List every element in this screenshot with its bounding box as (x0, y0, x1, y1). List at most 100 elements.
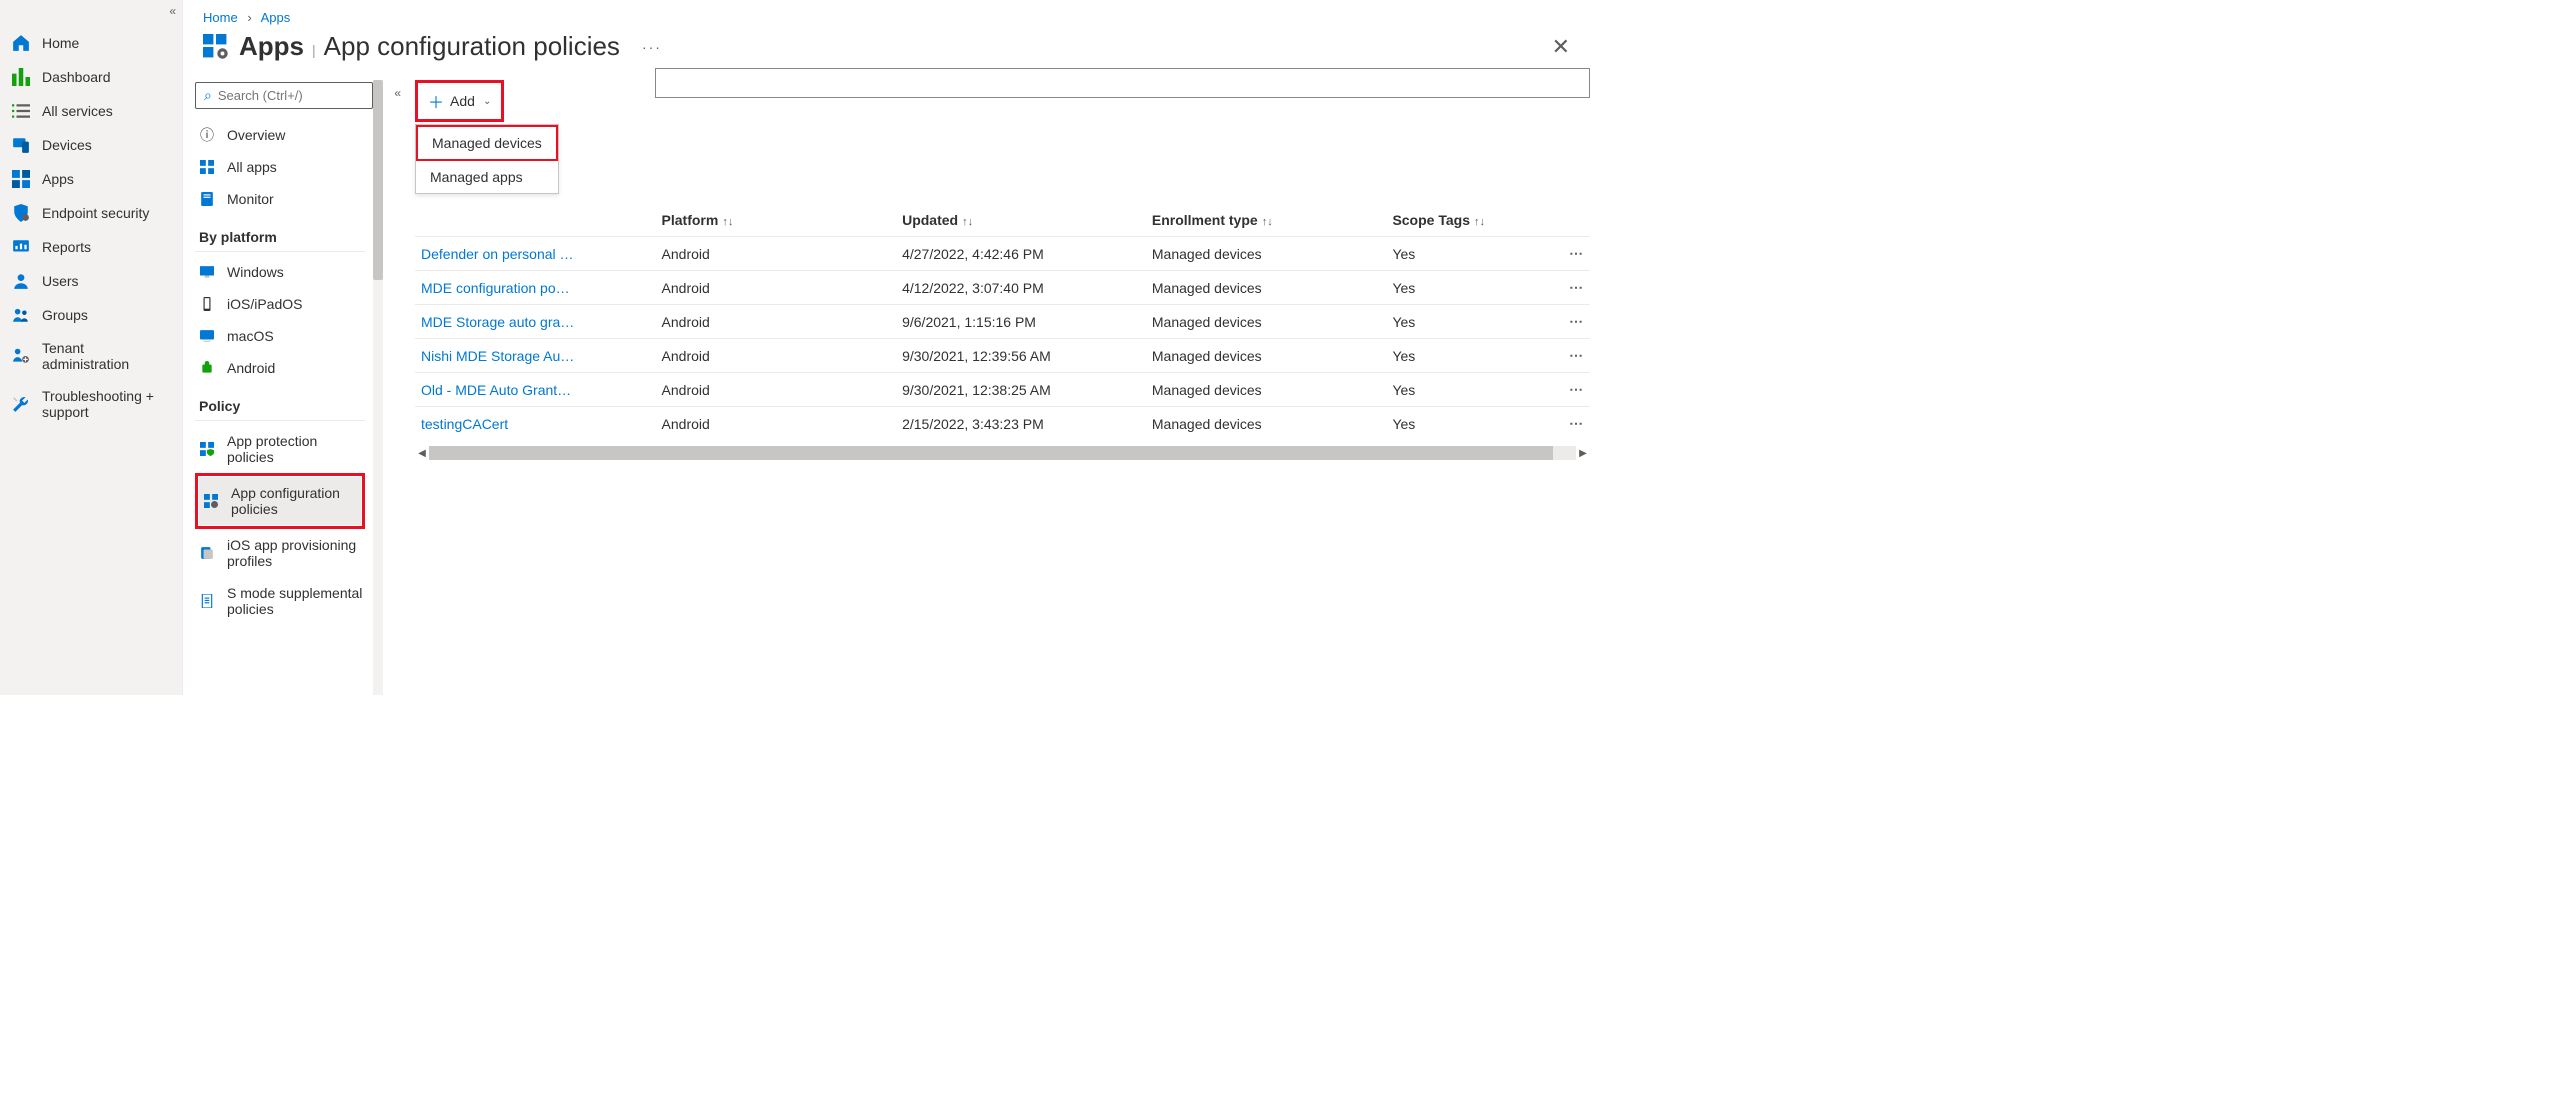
col-platform[interactable]: Platform↑↓ (656, 204, 897, 237)
scroll-right-icon[interactable]: ▶ (1576, 448, 1590, 459)
col-enrollment[interactable]: Enrollment type↑↓ (1146, 204, 1387, 237)
col-name[interactable] (415, 204, 656, 237)
cell-platform: Android (656, 237, 897, 271)
tenant-icon (12, 347, 30, 365)
nav-reports[interactable]: Reports (0, 230, 182, 264)
nav-tenant-admin[interactable]: Tenant administration (0, 332, 182, 380)
nav-troubleshooting[interactable]: Troubleshooting + support (0, 380, 182, 428)
app-protection-icon (199, 441, 215, 457)
cell-scope: Yes (1386, 305, 1553, 339)
row-menu-icon[interactable]: ⋯ (1553, 407, 1590, 441)
cell-updated: 4/27/2022, 4:42:46 PM (896, 237, 1146, 271)
nav-all-services[interactable]: All services (0, 94, 182, 128)
subnav-scrollbar-track[interactable] (373, 80, 383, 695)
policy-name-link[interactable]: Defender on personal … (415, 237, 656, 271)
policy-name-link[interactable]: Old - MDE Auto Grant… (415, 373, 656, 407)
ios-phone-icon (199, 296, 215, 312)
row-menu-icon[interactable]: ⋯ (1553, 339, 1590, 373)
cell-platform: Android (656, 373, 897, 407)
nav-label: Apps (42, 171, 74, 187)
row-menu-icon[interactable]: ⋯ (1553, 373, 1590, 407)
home-icon (12, 34, 30, 52)
more-actions-icon[interactable]: ··· (642, 39, 662, 55)
cell-platform: Android (656, 271, 897, 305)
policy-name-link[interactable]: Nishi MDE Storage Au… (415, 339, 656, 373)
left-navigation: « Home Dashboard All services Devices Ap… (0, 0, 183, 695)
group-icon (12, 306, 30, 324)
subnav-heading-platform: By platform (195, 215, 365, 252)
apps-icon (12, 170, 30, 188)
book-icon (199, 191, 215, 207)
menu-managed-devices[interactable]: Managed devices (416, 125, 558, 161)
add-label: Add (450, 93, 475, 109)
wrench-icon (12, 395, 30, 413)
breadcrumb-apps[interactable]: Apps (261, 10, 291, 25)
nav-dashboard[interactable]: Dashboard (0, 60, 182, 94)
subnav-overview[interactable]: ⓘ Overview (195, 119, 369, 151)
cell-scope: Yes (1386, 237, 1553, 271)
nav-label: Home (42, 35, 79, 51)
scroll-left-icon[interactable]: ◀ (415, 448, 429, 459)
add-button[interactable]: ＋ Add ⌄ (415, 80, 504, 122)
android-icon (199, 360, 215, 376)
subnav-scrollbar-thumb[interactable] (373, 80, 383, 280)
row-menu-icon[interactable]: ⋯ (1553, 305, 1590, 339)
reports-icon (12, 238, 30, 256)
horizontal-scrollbar[interactable]: ◀ ▶ (415, 446, 1590, 460)
nav-endpoint-security[interactable]: Endpoint security (0, 196, 182, 230)
scroll-thumb[interactable] (429, 446, 1553, 460)
cell-enrollment: Managed devices (1146, 271, 1387, 305)
subnav-macos[interactable]: macOS (195, 320, 369, 352)
nav-groups[interactable]: Groups (0, 298, 182, 332)
cell-platform: Android (656, 407, 897, 441)
subnav-label: All apps (227, 159, 277, 175)
cell-enrollment: Managed devices (1146, 237, 1387, 271)
grid-icon (199, 159, 215, 175)
subnav-all-apps[interactable]: All apps (195, 151, 369, 183)
breadcrumb-home[interactable]: Home (203, 10, 238, 25)
filter-input[interactable] (655, 68, 1590, 98)
devices-icon (12, 136, 30, 154)
subnav-smode[interactable]: S mode supplemental policies (195, 577, 369, 625)
cell-scope: Yes (1386, 407, 1553, 441)
search-input[interactable] (218, 88, 394, 103)
subnav-app-configuration[interactable]: App configuration policies (199, 477, 361, 525)
add-dropdown-menu: Managed devices Managed apps (415, 124, 559, 194)
nav-label: Dashboard (42, 69, 111, 85)
nav-home[interactable]: Home (0, 26, 182, 60)
sub-navigation: ⌕ « ⓘ Overview All apps (183, 80, 383, 695)
subnav-app-protection[interactable]: App protection policies (195, 425, 369, 473)
close-icon[interactable]: ✕ (1542, 34, 1580, 60)
highlight-app-config: App configuration policies (195, 473, 365, 529)
policy-name-link[interactable]: MDE Storage auto gra… (415, 305, 656, 339)
nav-devices[interactable]: Devices (0, 128, 182, 162)
subnav-windows[interactable]: Windows (195, 256, 369, 288)
subnav-ios[interactable]: iOS/iPadOS (195, 288, 369, 320)
table-row: MDE Storage auto gra…Android9/6/2021, 1:… (415, 305, 1590, 339)
nav-apps[interactable]: Apps (0, 162, 182, 196)
list-icon (12, 102, 30, 120)
table-area: ＋ Add ⌄ Managed devices Managed apps (383, 80, 1600, 695)
nav-users[interactable]: Users (0, 264, 182, 298)
col-updated[interactable]: Updated↑↓ (896, 204, 1146, 237)
shield-icon (12, 204, 30, 222)
row-menu-icon[interactable]: ⋯ (1553, 271, 1590, 305)
subnav-label: Monitor (227, 191, 274, 207)
subnav-ios-provisioning[interactable]: iOS app provisioning profiles (195, 529, 369, 577)
subnav-android[interactable]: Android (195, 352, 369, 384)
policy-name-link[interactable]: testingCACert (415, 407, 656, 441)
search-input-wrap[interactable]: ⌕ (195, 82, 373, 109)
subnav-label: iOS app provisioning profiles (227, 537, 365, 569)
scroll-track[interactable] (429, 446, 1576, 460)
table-row: Defender on personal …Android4/27/2022, … (415, 237, 1590, 271)
policy-name-link[interactable]: MDE configuration po… (415, 271, 656, 305)
nav-label: Users (42, 273, 79, 289)
nav-label: All services (42, 103, 113, 119)
col-scope[interactable]: Scope Tags↑↓ (1386, 204, 1553, 237)
subnav-label: macOS (227, 328, 274, 344)
table-row: MDE configuration po…Android4/12/2022, 3… (415, 271, 1590, 305)
subnav-monitor[interactable]: Monitor (195, 183, 369, 215)
row-menu-icon[interactable]: ⋯ (1553, 237, 1590, 271)
collapse-leftnav-icon[interactable]: « (169, 4, 176, 18)
menu-managed-apps[interactable]: Managed apps (416, 161, 558, 193)
